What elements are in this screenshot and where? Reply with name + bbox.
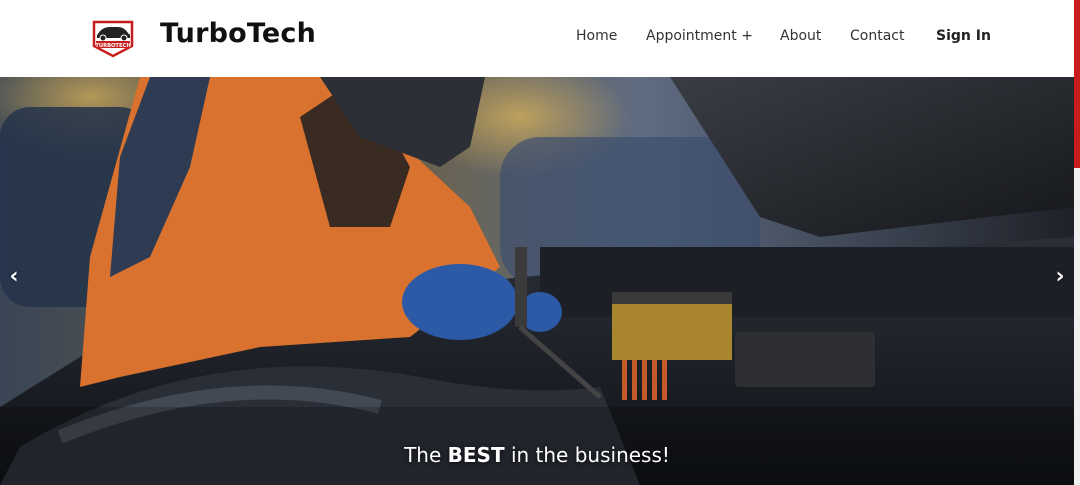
hero-carousel: ‹ › The BEST in the business! xyxy=(0,77,1074,485)
nav-home[interactable]: Home xyxy=(576,28,617,44)
carousel-prev-arrow[interactable]: ‹ xyxy=(2,265,26,289)
nav-about[interactable]: About xyxy=(780,28,821,44)
caption-pre: The xyxy=(404,443,448,467)
caption-post: in the business! xyxy=(504,443,670,467)
hero-image xyxy=(0,77,1074,485)
page: TURBOTECH TurboTech Home Appointment + A… xyxy=(0,0,1080,485)
nav-contact[interactable]: Contact xyxy=(850,28,904,44)
main-nav: Home Appointment + About Contact Sign In xyxy=(0,28,1074,50)
carousel-next-arrow[interactable]: › xyxy=(1048,265,1072,289)
nav-sign-in[interactable]: Sign In xyxy=(936,28,991,44)
hero-caption: The BEST in the business! xyxy=(0,443,1074,467)
caption-bold: BEST xyxy=(447,443,505,467)
nav-appointment[interactable]: Appointment + xyxy=(646,28,753,44)
site-header: TURBOTECH TurboTech Home Appointment + A… xyxy=(0,0,1074,78)
page-scrollbar[interactable] xyxy=(1074,0,1080,485)
scrollbar-thumb[interactable] xyxy=(1074,0,1080,168)
